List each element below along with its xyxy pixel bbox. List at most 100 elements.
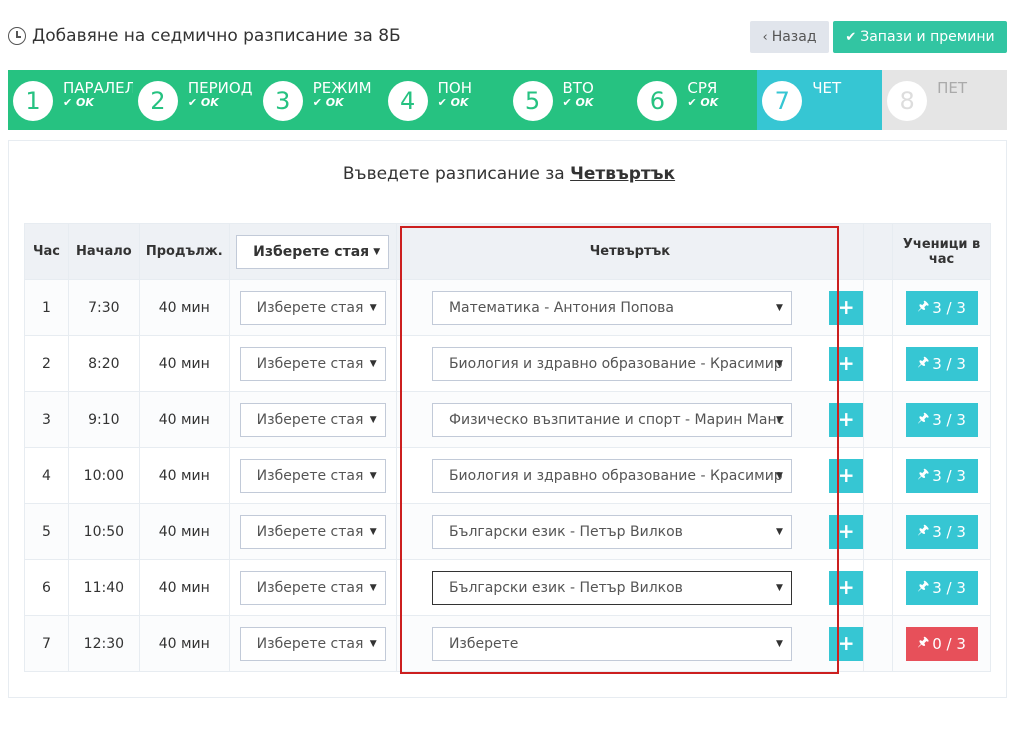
subject-select[interactable]: Биология и здравно образование - Красими… xyxy=(431,458,792,493)
room-cell: Изберете стая ▼ xyxy=(228,279,397,336)
room-select[interactable]: Изберете стая ▼ xyxy=(239,346,386,381)
spacer-cell xyxy=(863,503,894,560)
dropdown-arrow-icon: ▼ xyxy=(369,638,377,649)
students-cell: 🖈 3 / 3 xyxy=(892,279,991,336)
col-spacer xyxy=(863,223,894,280)
start-cell: 11:40 xyxy=(67,559,140,616)
room-select[interactable]: Изберете стая ▼ xyxy=(239,458,386,493)
table-row: 4 10:00 40 мин Изберете стая ▼ Биология и… xyxy=(24,447,991,504)
wizard-step-7[interactable]: 7 ЧЕТ xyxy=(757,70,883,130)
prompt-day: Четвъртък xyxy=(570,164,676,184)
subject-select[interactable]: Биология и здравно образование - Красими… xyxy=(431,346,792,381)
chevron-left-icon: ‹ xyxy=(762,29,768,45)
spacer-cell xyxy=(863,559,894,616)
subject-select[interactable]: Български език - Петър Вилков ▼ xyxy=(431,570,792,605)
add-subject-button[interactable]: + xyxy=(829,458,864,493)
add-subject-button[interactable]: + xyxy=(829,290,864,325)
col-duration: Продълж. xyxy=(138,223,230,280)
dropdown-arrow-icon: ▼ xyxy=(369,582,377,593)
step-label: ПЕТ xyxy=(937,79,968,97)
add-subject-button[interactable]: + xyxy=(829,402,864,437)
check-icon: ✔ xyxy=(845,29,857,45)
add-subject-button[interactable]: + xyxy=(829,570,864,605)
step-status: ✔ OK xyxy=(437,96,469,109)
spacer-cell xyxy=(863,279,894,336)
wizard-step-5[interactable]: 5 ВТО ✔ OK xyxy=(507,70,633,130)
start-cell: 10:00 xyxy=(67,447,140,504)
students-cell: 🖈 3 / 3 xyxy=(892,391,991,448)
pin-icon: 🖈 xyxy=(917,410,930,426)
table-row: 3 9:10 40 мин Изберете стая ▼ Физическо в… xyxy=(24,391,991,448)
wizard-step-1[interactable]: 1 ПАРАЛЕЛ ✔ OK xyxy=(8,70,136,130)
subject-cell: Биология и здравно образование - Красими… xyxy=(395,447,865,504)
wizard-step-4[interactable]: 4 ПОН ✔ OK xyxy=(382,70,508,130)
room-select[interactable]: Изберете стая ▼ xyxy=(239,402,386,437)
table-row: 5 10:50 40 мин Изберете стая ▼ Български … xyxy=(24,503,991,560)
pin-icon: 🖈 xyxy=(917,298,930,314)
pin-icon: 🖈 xyxy=(917,522,930,538)
subject-cell: Математика - Антония Попова ▼ + xyxy=(395,279,865,336)
table-row: 7 12:30 40 мин Изберете стая ▼ Изберете ▼ +… xyxy=(24,615,991,672)
step-label: ВТО xyxy=(562,79,594,97)
duration-cell: 40 мин xyxy=(138,447,230,504)
add-subject-button[interactable]: + xyxy=(829,626,864,661)
dropdown-arrow-icon: ▼ xyxy=(776,638,783,649)
students-cell: 🖈 3 / 3 xyxy=(892,447,991,504)
add-subject-button[interactable]: + xyxy=(829,346,864,381)
subject-select[interactable]: Математика - Антония Попова ▼ xyxy=(431,290,792,325)
wizard-step-2[interactable]: 2 ПЕРИОД ✔ OK xyxy=(132,70,258,130)
start-cell: 7:30 xyxy=(67,279,140,336)
students-badge[interactable]: 🖈 3 / 3 xyxy=(905,402,978,437)
back-button[interactable]: ‹ Назад xyxy=(750,21,829,53)
hour-cell: 2 xyxy=(24,335,69,392)
students-badge[interactable]: 🖈 3 / 3 xyxy=(905,570,978,605)
students-badge[interactable]: 🖈 3 / 3 xyxy=(905,290,978,325)
hour-cell: 1 xyxy=(24,279,69,336)
pin-icon: 🖈 xyxy=(917,578,930,594)
students-badge[interactable]: 🖈 3 / 3 xyxy=(905,514,978,549)
table-header-row: Час Начало Продълж. Изберете стая ▼ Четвъ… xyxy=(24,223,991,280)
start-cell: 8:20 xyxy=(67,335,140,392)
start-cell: 9:10 xyxy=(67,391,140,448)
col-hour: Час xyxy=(24,223,69,280)
room-select[interactable]: Изберете стая ▼ xyxy=(239,626,386,661)
subject-select[interactable]: Изберете ▼ xyxy=(431,626,792,661)
start-cell: 10:50 xyxy=(67,503,140,560)
duration-cell: 40 мин xyxy=(138,559,230,616)
hour-cell: 6 xyxy=(24,559,69,616)
step-label: ПЕРИОД xyxy=(187,79,253,97)
step-status: ✔ OK xyxy=(63,96,94,109)
step-number: 5 xyxy=(512,81,553,121)
subject-cell: Български език - Петър Вилков ▼ + xyxy=(395,503,865,560)
room-select-all[interactable]: Изберете стая ▼ xyxy=(236,234,390,269)
students-badge[interactable]: 🖈 3 / 3 xyxy=(905,458,978,493)
students-badge[interactable]: 🖈 0 / 3 xyxy=(905,626,978,661)
wizard-step-8[interactable]: 8 ПЕТ xyxy=(882,70,1007,130)
dropdown-arrow-icon: ▼ xyxy=(369,302,377,313)
dropdown-arrow-icon: ▼ xyxy=(776,470,783,481)
step-number: 7 xyxy=(762,81,803,121)
wizard-step-6[interactable]: 6 СРЯ ✔ OK xyxy=(632,70,758,130)
wizard-step-3[interactable]: 3 РЕЖИМ ✔ OK xyxy=(257,70,383,130)
save-and-continue-button[interactable]: ✔ Запази и премини xyxy=(833,21,1007,53)
dropdown-arrow-icon: ▼ xyxy=(776,358,783,369)
students-badge[interactable]: 🖈 3 / 3 xyxy=(905,346,978,381)
subject-select[interactable]: Физическо възпитание и спорт - Марин Ман… xyxy=(431,402,792,437)
room-select[interactable]: Изберете стая ▼ xyxy=(239,290,386,325)
step-label: ПАРАЛЕЛ xyxy=(63,79,136,97)
table-row: 1 7:30 40 мин Изберете стая ▼ Математика … xyxy=(24,279,991,336)
dropdown-arrow-icon: ▼ xyxy=(776,526,783,537)
room-select[interactable]: Изберете стая ▼ xyxy=(239,514,386,549)
col-room: Изберете стая ▼ xyxy=(228,223,397,280)
dropdown-arrow-icon: ▼ xyxy=(776,302,783,313)
students-cell: 🖈 3 / 3 xyxy=(892,559,991,616)
dropdown-arrow-icon: ▼ xyxy=(373,246,381,257)
subject-cell: Изберете ▼ + xyxy=(395,615,865,672)
subject-select[interactable]: Български език - Петър Вилков ▼ xyxy=(431,514,792,549)
add-subject-button[interactable]: + xyxy=(829,514,864,549)
students-cell: 🖈 3 / 3 xyxy=(892,335,991,392)
room-select[interactable]: Изберете стая ▼ xyxy=(239,570,386,605)
back-button-label: Назад xyxy=(771,29,817,45)
duration-cell: 40 мин xyxy=(138,391,230,448)
hour-cell: 3 xyxy=(24,391,69,448)
